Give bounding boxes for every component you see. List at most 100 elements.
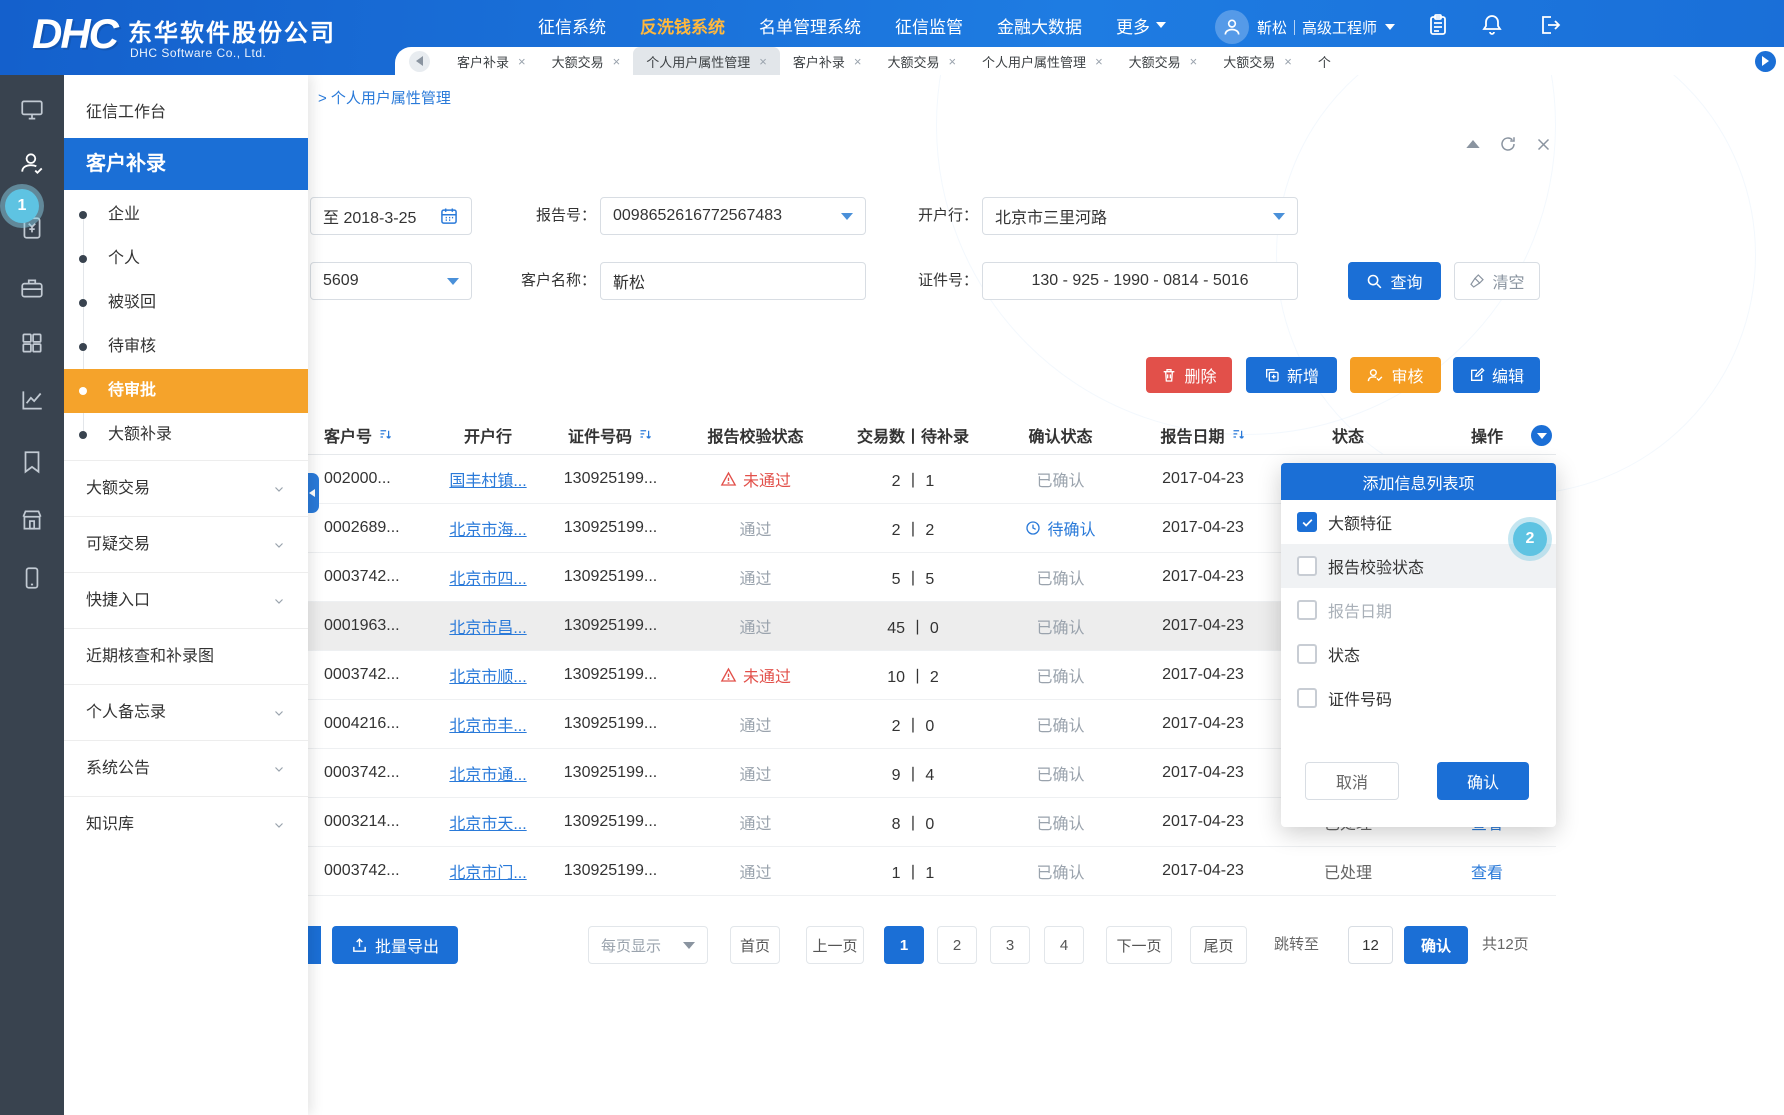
- col-report-date[interactable]: 报告日期: [1128, 423, 1278, 447]
- apps-grid-icon[interactable]: [19, 330, 45, 356]
- briefcase-icon[interactable]: [19, 275, 45, 301]
- nav-credit-system[interactable]: 征信系统: [538, 13, 606, 38]
- option-report-check-status[interactable]: 报告校验状态: [1281, 544, 1556, 588]
- menu-customer-supplement-active[interactable]: 客户补录: [64, 138, 308, 190]
- first-page-button[interactable]: 首页: [730, 926, 780, 964]
- batch-export-button[interactable]: 批量导出: [332, 926, 458, 964]
- nav-financial-bigdata[interactable]: 金融大数据: [997, 13, 1082, 38]
- clear-button[interactable]: 清空: [1454, 262, 1540, 300]
- close-icon[interactable]: ×: [1284, 55, 1292, 68]
- menu-personal-memo[interactable]: 个人备忘录: [64, 684, 308, 740]
- option-id-number[interactable]: 证件号码: [1281, 676, 1556, 720]
- clipboard-icon[interactable]: [1426, 13, 1450, 37]
- page-1-button[interactable]: 1: [884, 926, 924, 964]
- nav-credit-supervision[interactable]: 征信监管: [895, 13, 963, 38]
- col-bank[interactable]: 开户行: [433, 423, 543, 447]
- menu-sub-personal[interactable]: 个人: [64, 237, 308, 281]
- tab-truncated[interactable]: 个: [1305, 47, 1344, 75]
- column-settings-dropdown-icon[interactable]: [1531, 425, 1552, 446]
- close-icon[interactable]: ×: [1095, 55, 1103, 68]
- menu-recent-check-chart[interactable]: 近期核查和补录图: [64, 628, 308, 684]
- checkbox-icon[interactable]: [1297, 644, 1317, 664]
- menu-quick-entry[interactable]: 快捷入口: [64, 572, 308, 628]
- close-icon[interactable]: ×: [759, 55, 767, 68]
- column-cancel-button[interactable]: 取消: [1305, 762, 1399, 800]
- bank-link[interactable]: 北京市昌...: [449, 614, 526, 638]
- menu-credit-workbench[interactable]: 征信工作台: [64, 91, 308, 135]
- close-icon[interactable]: ×: [948, 55, 956, 68]
- close-icon[interactable]: ×: [613, 55, 621, 68]
- panel-refresh-icon[interactable]: [1497, 133, 1519, 155]
- jump-page-input[interactable]: [1348, 926, 1393, 964]
- prev-page-button[interactable]: 上一页: [806, 926, 864, 964]
- bookmark-icon[interactable]: [19, 449, 45, 475]
- delete-button[interactable]: 删除: [1146, 357, 1232, 393]
- last-page-button[interactable]: 尾页: [1190, 926, 1247, 964]
- tabs-scroll-left-icon[interactable]: [409, 51, 430, 72]
- page-2-button[interactable]: 2: [937, 926, 977, 964]
- report-no-select[interactable]: 0098652616772567483: [600, 197, 866, 235]
- col-check-status[interactable]: 报告校验状态: [678, 423, 833, 447]
- menu-knowledge-base[interactable]: 知识库: [64, 796, 308, 852]
- close-icon[interactable]: ×: [1190, 55, 1198, 68]
- col-id-no[interactable]: 证件号码: [543, 423, 678, 447]
- review-button[interactable]: 审核: [1350, 357, 1441, 393]
- checkbox-icon[interactable]: [1297, 600, 1317, 620]
- tab-large-transaction-4[interactable]: 大额交易×: [1210, 47, 1305, 75]
- menu-system-announcement[interactable]: 系统公告: [64, 740, 308, 796]
- account-select[interactable]: 5609: [310, 262, 472, 300]
- tab-large-transaction-3[interactable]: 大额交易×: [1116, 47, 1211, 75]
- page-4-button[interactable]: 4: [1044, 926, 1084, 964]
- customer-name-input[interactable]: [600, 262, 866, 300]
- chart-icon[interactable]: [19, 387, 45, 413]
- add-button[interactable]: 新增: [1246, 357, 1337, 393]
- menu-large-transaction[interactable]: 大额交易: [64, 460, 308, 516]
- page-3-button[interactable]: 3: [990, 926, 1030, 964]
- bank-link[interactable]: 北京市通...: [449, 761, 526, 785]
- tab-customer-supplement-2[interactable]: 客户补录×: [780, 47, 875, 75]
- col-customer-no[interactable]: 客户号: [308, 423, 433, 447]
- col-confirm-status[interactable]: 确认状态: [993, 423, 1128, 447]
- menu-sub-large-supplement[interactable]: 大额补录: [64, 413, 308, 457]
- customer-person-icon[interactable]: [19, 150, 45, 176]
- bank-link[interactable]: 北京市门...: [449, 859, 526, 883]
- user-menu[interactable]: 靳松｜高级工程师: [1215, 9, 1395, 45]
- close-icon[interactable]: ×: [854, 55, 862, 68]
- tab-personal-user-attr-2[interactable]: 个人用户属性管理×: [969, 47, 1116, 75]
- sort-icon[interactable]: [378, 427, 393, 442]
- next-page-button[interactable]: 下一页: [1106, 926, 1172, 964]
- building-icon[interactable]: [19, 507, 45, 533]
- col-tx-pending[interactable]: 交易数丨待补录: [833, 423, 993, 447]
- panel-close-icon[interactable]: [1532, 133, 1554, 155]
- per-page-select[interactable]: 每页显示: [588, 926, 708, 964]
- checkbox-checked-icon[interactable]: [1297, 512, 1317, 532]
- date-to-field[interactable]: 至 2018-3-25: [310, 197, 472, 235]
- menu-sub-enterprise[interactable]: 企业: [64, 193, 308, 237]
- bank-link[interactable]: 北京市天...: [449, 810, 526, 834]
- column-confirm-button[interactable]: 确认: [1437, 762, 1529, 800]
- checkbox-icon[interactable]: [1297, 688, 1317, 708]
- view-link[interactable]: 查看: [1471, 859, 1503, 883]
- bank-link[interactable]: 国丰村镇...: [449, 467, 526, 491]
- tab-customer-supplement-1[interactable]: 客户补录×: [444, 47, 539, 75]
- sort-icon[interactable]: [1231, 427, 1246, 442]
- bank-link[interactable]: 北京市海...: [449, 516, 526, 540]
- tab-large-transaction-2[interactable]: 大额交易×: [874, 47, 969, 75]
- close-icon[interactable]: ×: [518, 55, 526, 68]
- edit-button[interactable]: 编辑: [1453, 357, 1540, 393]
- panel-collapse-icon[interactable]: [1462, 133, 1484, 155]
- sort-icon[interactable]: [638, 427, 653, 442]
- bank-link[interactable]: 北京市四...: [449, 565, 526, 589]
- table-row[interactable]: 0003742... 北京市门... 130925199... 通过 1 丨 1…: [308, 847, 1556, 896]
- nav-more[interactable]: 更多: [1116, 13, 1166, 38]
- logout-icon[interactable]: [1538, 13, 1562, 37]
- nav-list-mgmt-system[interactable]: 名单管理系统: [759, 13, 861, 38]
- option-status[interactable]: 状态: [1281, 632, 1556, 676]
- option-report-date[interactable]: 报告日期: [1281, 588, 1556, 632]
- search-button[interactable]: 查询: [1348, 262, 1441, 300]
- jump-confirm-button[interactable]: 确认: [1404, 926, 1468, 964]
- bank-link[interactable]: 北京市顺...: [449, 663, 526, 687]
- col-status[interactable]: 状态: [1278, 423, 1418, 447]
- menu-sub-pending-review[interactable]: 待审核: [64, 325, 308, 369]
- tab-personal-user-attr-active[interactable]: 个人用户属性管理×: [633, 47, 780, 75]
